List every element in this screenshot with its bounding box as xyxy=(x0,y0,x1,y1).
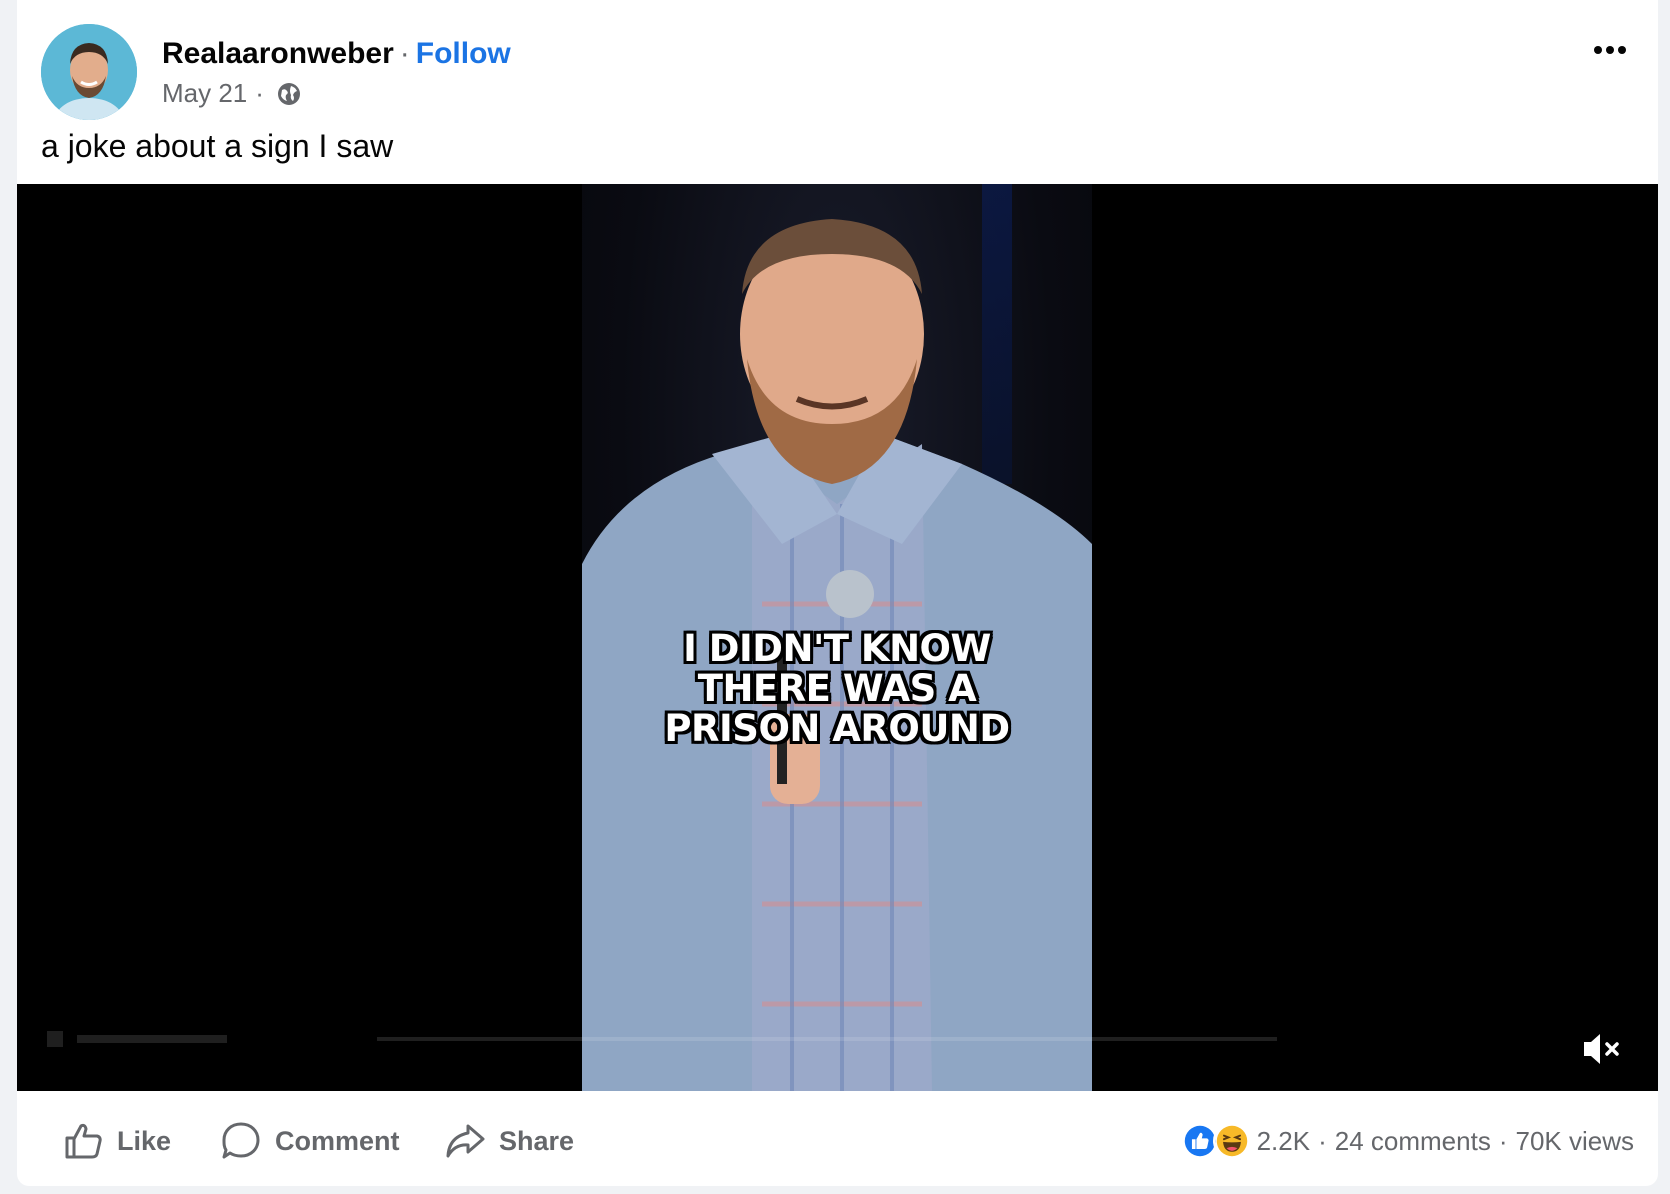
share-button[interactable]: Share xyxy=(445,1119,574,1163)
separator-dot: · xyxy=(399,37,410,70)
post-date[interactable]: May 21 xyxy=(162,78,247,109)
video-subtitle: I DIDN'T KNOW THERE WAS A PRISON AROUND xyxy=(664,627,1010,750)
post-header: Realaaronweber · Follow May 21 · xyxy=(17,0,1658,124)
more-options-icon[interactable] xyxy=(1590,38,1630,62)
post-stats: 2.2K · 24 comments · 70K views xyxy=(1180,1119,1635,1163)
like-label: Like xyxy=(117,1125,172,1156)
video-player[interactable]: I DIDN'T KNOW THERE WAS A PRISON AROUND xyxy=(17,184,1658,1091)
thumbs-up-icon xyxy=(65,1123,102,1159)
post-caption: a joke about a sign I saw xyxy=(41,128,394,164)
author-name[interactable]: Realaaronweber xyxy=(162,37,394,70)
stats-separator: · xyxy=(1498,1125,1508,1156)
share-arrow-icon xyxy=(446,1124,485,1158)
author-avatar[interactable] xyxy=(41,24,137,120)
stats-separator: · xyxy=(1318,1125,1327,1156)
video-frame[interactable]: I DIDN'T KNOW THERE WAS A PRISON AROUND xyxy=(582,184,1092,1091)
author-line: Realaaronweber · Follow xyxy=(162,36,511,72)
reaction-count[interactable]: 2.2K xyxy=(1257,1126,1311,1157)
post-footer: Like Comment Share 2.2K · 24 comments · … xyxy=(17,1091,1658,1186)
globe-icon[interactable] xyxy=(276,81,302,107)
like-button[interactable]: Like xyxy=(63,1119,171,1163)
post-meta: May 21 · xyxy=(162,78,302,109)
haha-reaction-icon xyxy=(1212,1122,1251,1160)
player-controls[interactable] xyxy=(47,1029,1628,1049)
comment-count[interactable]: 24 comments xyxy=(1335,1126,1491,1157)
comment-button[interactable]: Comment xyxy=(221,1119,400,1163)
comment-label: Comment xyxy=(275,1125,400,1156)
date-separator: · xyxy=(255,78,264,108)
view-count: 70K views xyxy=(1515,1125,1635,1156)
reaction-summary[interactable] xyxy=(1180,1122,1251,1160)
muted-speaker-icon[interactable] xyxy=(1580,1027,1624,1071)
comment-bubble-icon xyxy=(222,1122,260,1159)
feed-post: Realaaronweber · Follow May 21 · a joke ab… xyxy=(17,0,1658,1186)
share-label: Share xyxy=(499,1125,575,1156)
follow-button[interactable]: Follow xyxy=(416,37,511,70)
